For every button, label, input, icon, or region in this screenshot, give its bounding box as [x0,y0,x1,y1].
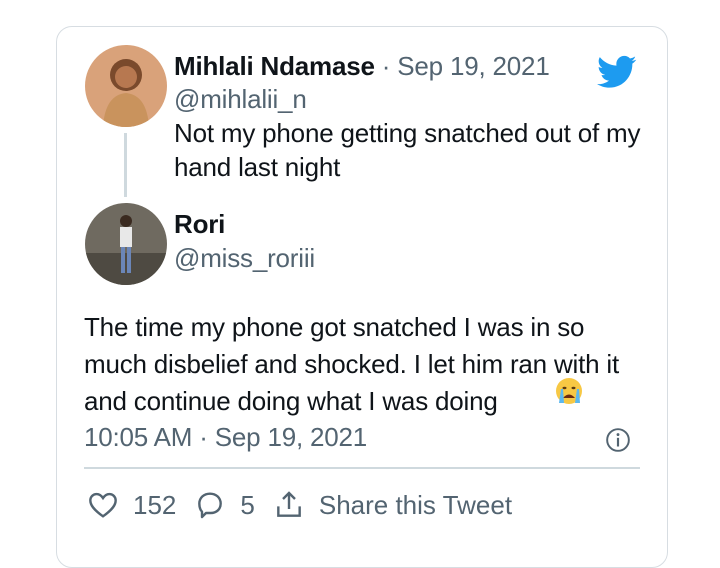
actions-divider [84,467,640,469]
quoted-date[interactable]: Sep 19, 2021 [397,51,549,81]
share-button[interactable]: Share this Tweet [273,489,512,521]
avatar-mihlali[interactable] [85,45,167,127]
thread-connector [124,133,127,197]
quoted-author-name[interactable]: Mihlali Ndamase [174,51,375,81]
quoted-handle[interactable]: @mihlalii_n [174,82,307,116]
quoted-tweet-text: Not my phone getting snatched out of my … [174,118,641,182]
dot-separator: · [381,51,391,81]
share-label: Share this Tweet [318,489,513,520]
reply-button[interactable]: 5 [194,489,255,521]
info-icon[interactable] [605,427,631,453]
crying-face-emoji [556,378,582,404]
author-handle[interactable]: @miss_roriii [174,241,315,275]
reply-icon [198,492,223,519]
reply-count: 5 [240,489,255,520]
heart-icon [89,492,117,518]
share-icon [276,491,301,517]
author-name[interactable]: Rori [174,207,225,241]
tweet-card: Mihlali Ndamase · Sep 19, 2021 @mihlalii… [56,26,668,568]
tweet-actions: 152 5 Share this Tweet [87,489,530,521]
tweet-timestamp[interactable]: 10:05 AM · Sep 19, 2021 [84,420,367,454]
avatar-rori[interactable] [85,203,167,285]
twitter-bird-icon[interactable] [594,52,640,92]
like-count: 152 [133,489,177,520]
like-button[interactable]: 152 [87,489,176,521]
quoted-author-row: Mihlali Ndamase · Sep 19, 2021 [174,49,550,83]
